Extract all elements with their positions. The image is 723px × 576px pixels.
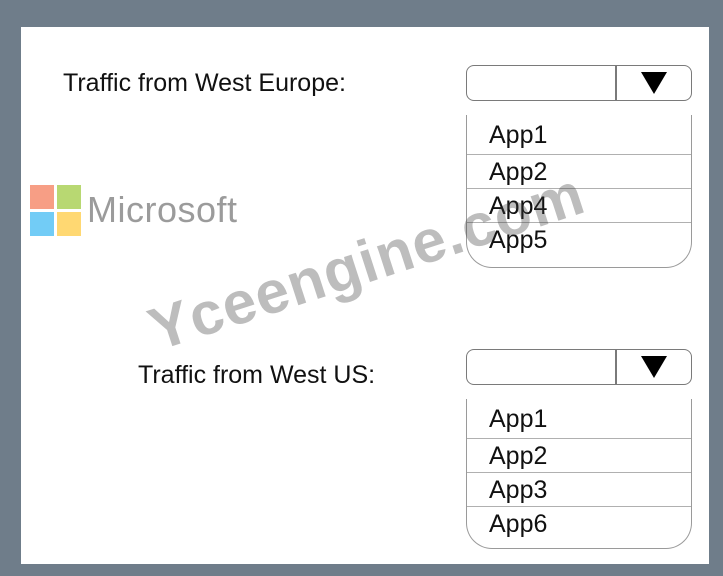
microsoft-logo-icon (30, 185, 82, 237)
west-europe-label: Traffic from West Europe: (63, 69, 346, 97)
logo-yellow-square (57, 212, 81, 236)
option-app2[interactable]: App2 (467, 439, 691, 473)
answer-area: Microsoft Traffic from West Europe: App1… (21, 27, 709, 564)
window-frame: Microsoft Traffic from West Europe: App1… (0, 0, 723, 576)
logo-green-square (57, 185, 81, 209)
west-us-dropdown[interactable] (466, 349, 692, 385)
chevron-down-icon[interactable] (617, 66, 690, 99)
chevron-down-icon[interactable] (617, 350, 690, 383)
logo-red-square (30, 185, 54, 209)
logo-blue-square (30, 212, 54, 236)
west-europe-dropdown[interactable] (466, 65, 692, 101)
option-app1[interactable]: App1 (467, 115, 691, 155)
microsoft-wordmark: Microsoft (87, 189, 238, 230)
west-us-label: Traffic from West US: (138, 361, 376, 389)
option-app6[interactable]: App6 (467, 507, 691, 541)
option-app1[interactable]: App1 (467, 399, 691, 439)
option-app3[interactable]: App3 (467, 473, 691, 507)
west-us-options-list: App1 App2 App3 App6 (466, 399, 692, 549)
